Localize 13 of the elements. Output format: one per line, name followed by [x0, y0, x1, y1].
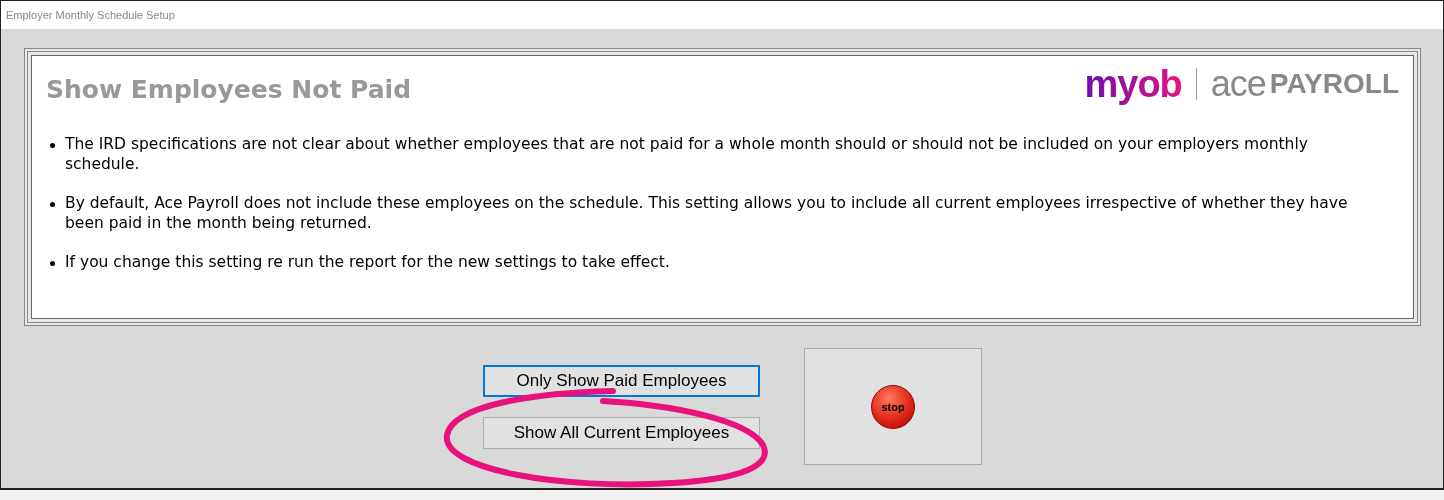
stop-button[interactable]: stop	[871, 384, 915, 429]
logo-product: ace	[1210, 63, 1266, 105]
bullet-text: If you change this setting re run the report for the new settings to take effect.	[65, 252, 671, 272]
bullet-text: By default, Ace Payroll does not include these employees on the schedule. This setting allows you to include all current employees irrespective of whether they have been paid in the month being returned.	[65, 193, 1349, 233]
window-title: Employer Monthly Schedule Setup	[6, 9, 175, 21]
bullet-icon	[50, 143, 55, 148]
option-button[interactable]: Only Show Paid Employees	[483, 365, 760, 397]
panel-heading: Show Employees Not Paid	[46, 74, 412, 104]
bullet-icon	[50, 202, 55, 207]
bullet-text: The IRD specifications are not clear about whether employees that are not paid for a whole month should or should not be included on your employers monthly schedule.	[65, 134, 1309, 174]
bullet-icon	[50, 261, 55, 266]
option-button[interactable]: Show All Current Employees	[483, 417, 760, 449]
logo-product-name: PAYROLL	[1269, 68, 1399, 100]
